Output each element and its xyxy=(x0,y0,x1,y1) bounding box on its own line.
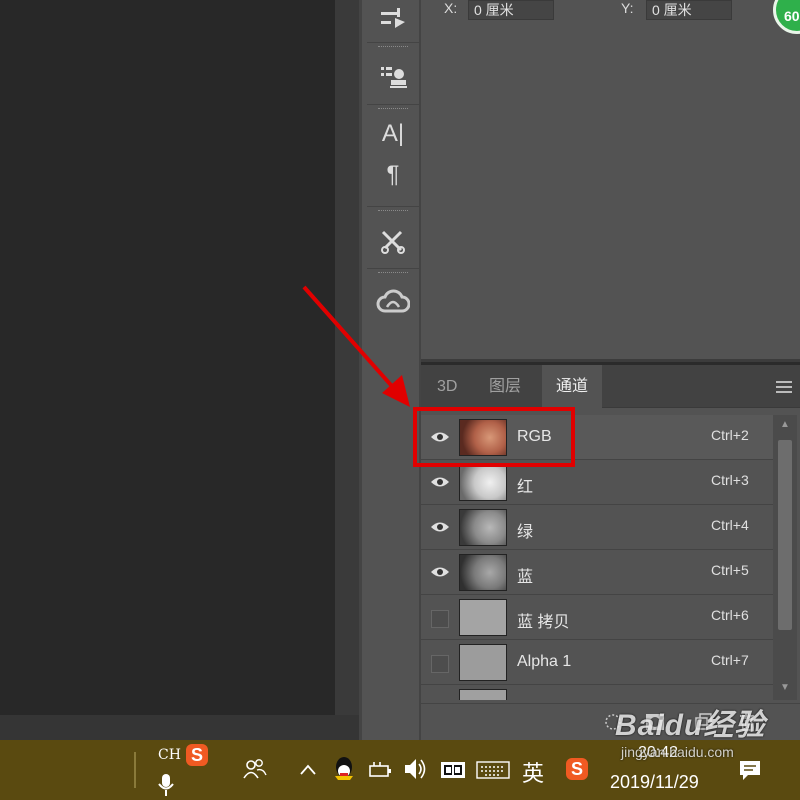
panel-tabbar: 3D 图层 通道 xyxy=(421,365,800,408)
panel-grip[interactable] xyxy=(367,268,419,278)
load-selection-icon[interactable] xyxy=(603,712,623,732)
channel-row-alpha-1[interactable]: Alpha 1 Ctrl+7 xyxy=(421,640,773,685)
channel-shortcut: Ctrl+7 xyxy=(711,652,749,668)
channel-thumbnail xyxy=(459,689,507,700)
panel-dock-strip: A| ¶ xyxy=(359,0,421,740)
save-selection-icon[interactable] xyxy=(645,712,665,732)
channel-name: Alpha 1 xyxy=(517,653,572,670)
channels-panel: 3D 图层 通道 RGB Ctrl+2 红 Ctrl+3 绿 Ctrl+4 蓝 … xyxy=(421,365,800,740)
channel-thumbnail xyxy=(459,509,507,546)
channel-list: RGB Ctrl+2 红 Ctrl+3 绿 Ctrl+4 蓝 Ctrl+5 蓝 … xyxy=(421,415,773,700)
scroll-up-icon[interactable]: ▲ xyxy=(779,419,791,431)
channel-row-red[interactable]: 红 Ctrl+3 xyxy=(421,460,773,505)
panel-grip[interactable] xyxy=(367,206,419,216)
tab-3d[interactable]: 3D xyxy=(423,365,471,408)
creative-cloud-icon[interactable] xyxy=(367,278,419,326)
tab-layers[interactable]: 图层 xyxy=(475,365,535,408)
sogou-input-icon[interactable]: S xyxy=(186,744,208,766)
panel-grip[interactable] xyxy=(367,42,419,52)
y-label: Y: xyxy=(621,0,634,16)
canvas-status-bar xyxy=(0,715,359,740)
tab-channels[interactable]: 通道 xyxy=(542,365,603,408)
channel-row-green[interactable]: 绿 Ctrl+4 xyxy=(421,505,773,550)
microphone-icon[interactable] xyxy=(158,773,174,800)
input-language-label[interactable]: 英 xyxy=(522,756,544,788)
panel-footer xyxy=(421,703,800,740)
channel-thumbnail xyxy=(459,554,507,591)
visibility-eye-icon[interactable] xyxy=(429,474,451,490)
clone-source-icon[interactable] xyxy=(367,52,419,102)
tray-expand-icon[interactable] xyxy=(300,762,316,780)
power-icon[interactable] xyxy=(368,760,394,785)
y-input[interactable]: 0 厘米 xyxy=(646,0,732,20)
channel-shortcut: Ctrl+4 xyxy=(711,517,749,533)
channel-thumbnail xyxy=(459,419,507,456)
channel-row-partial[interactable] xyxy=(421,685,773,700)
channel-row-blue[interactable]: 蓝 Ctrl+5 xyxy=(421,550,773,595)
tool-presets-icon[interactable] xyxy=(367,216,419,268)
x-label: X: xyxy=(444,0,458,16)
channel-name: RGB xyxy=(517,428,552,445)
delete-channel-icon[interactable] xyxy=(737,712,757,732)
channel-shortcut: Ctrl+5 xyxy=(711,562,749,578)
ime-mode-label[interactable]: CH xyxy=(158,747,181,763)
channel-thumbnail xyxy=(459,644,507,681)
panel-grip[interactable] xyxy=(367,104,419,114)
channel-name: 蓝 拷贝 xyxy=(517,614,570,631)
document-canvas[interactable] xyxy=(0,0,335,715)
channel-shortcut: Ctrl+3 xyxy=(711,472,749,488)
notification-icon[interactable] xyxy=(738,758,762,787)
volume-icon[interactable] xyxy=(402,756,428,787)
channel-shortcut: Ctrl+6 xyxy=(711,607,749,623)
channel-thumbnail xyxy=(459,599,507,636)
character-tool-icon[interactable]: A| xyxy=(367,114,419,154)
new-channel-icon[interactable] xyxy=(693,712,713,732)
adjustments-icon[interactable] xyxy=(367,0,419,40)
channel-name: 蓝 xyxy=(517,569,534,586)
people-icon[interactable] xyxy=(243,758,267,785)
clock-date[interactable]: 2019/11/29 xyxy=(610,772,699,793)
channel-row-blue-copy[interactable]: 蓝 拷贝 Ctrl+6 xyxy=(421,595,773,640)
sogou-tray-icon[interactable]: S xyxy=(566,758,588,780)
channel-name: 绿 xyxy=(517,524,534,541)
visibility-eye-icon[interactable] xyxy=(429,519,451,535)
x-input[interactable]: 0 厘米 xyxy=(468,0,554,20)
channel-thumbnail xyxy=(459,464,507,501)
channel-shortcut: Ctrl+2 xyxy=(711,427,749,443)
taskbar-separator xyxy=(134,752,136,788)
properties-panel: X: 0 厘米 Y: 0 厘米 xyxy=(421,0,800,362)
channel-name: 红 xyxy=(517,479,534,496)
paragraph-icon[interactable]: ¶ xyxy=(367,154,419,196)
visibility-toggle[interactable] xyxy=(431,655,449,673)
visibility-toggle[interactable] xyxy=(431,610,449,628)
scroll-down-icon[interactable]: ▼ xyxy=(779,682,791,694)
dolby-icon[interactable] xyxy=(440,760,466,785)
qq-icon[interactable] xyxy=(332,756,356,787)
scroll-thumb[interactable] xyxy=(778,440,792,630)
visibility-eye-icon[interactable] xyxy=(429,429,451,445)
channel-row-rgb[interactable]: RGB Ctrl+2 xyxy=(421,415,773,460)
keyboard-icon[interactable] xyxy=(476,760,510,785)
canvas-scroll-strip xyxy=(335,0,359,740)
channel-list-scrollbar[interactable]: ▲ ▼ xyxy=(773,415,797,700)
clock-time[interactable]: 20:42 xyxy=(638,744,678,762)
panel-menu-icon[interactable] xyxy=(776,381,792,393)
visibility-eye-icon[interactable] xyxy=(429,564,451,580)
